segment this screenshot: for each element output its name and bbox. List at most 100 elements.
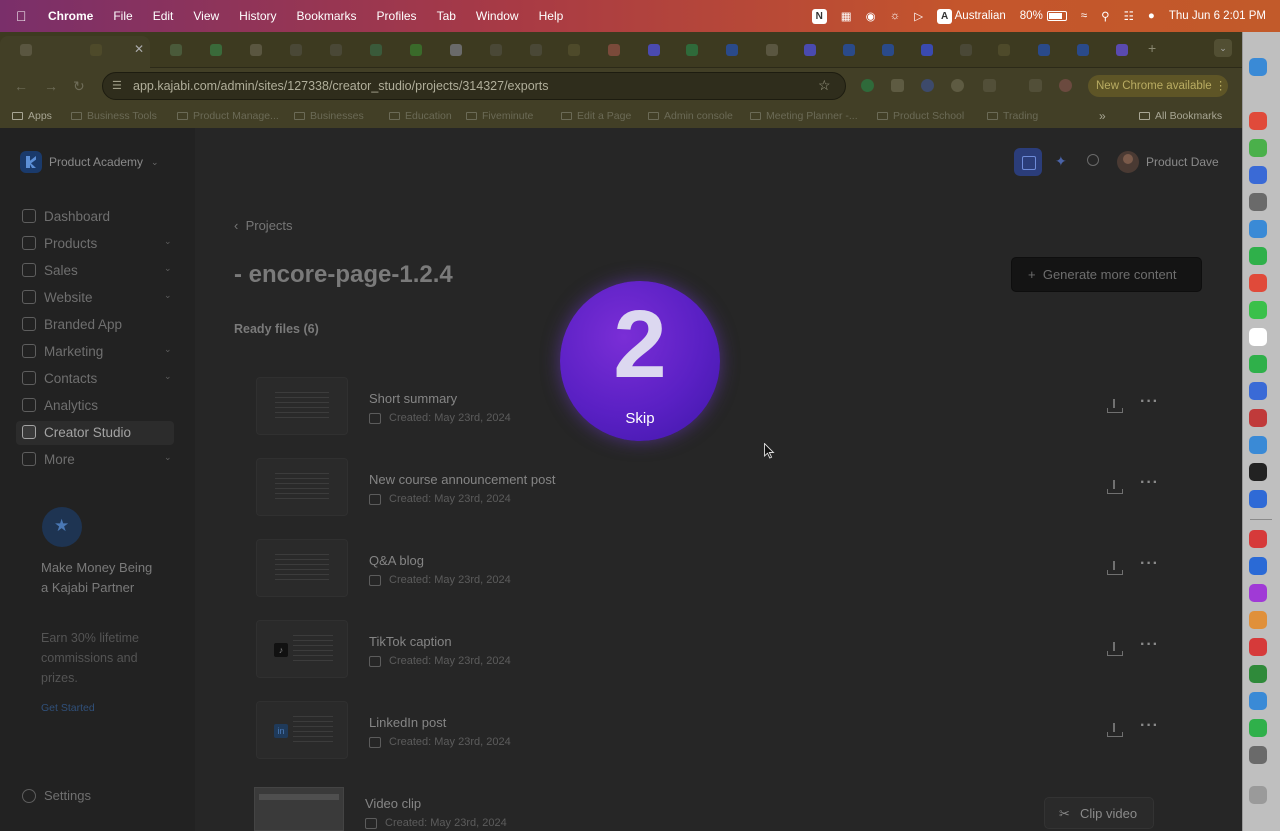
dock-app-icon[interactable] xyxy=(1249,382,1267,400)
bookmark-star-icon[interactable]: ☆ xyxy=(818,77,831,94)
video-clip-thumbnail[interactable] xyxy=(254,787,344,831)
tab-favicon-icon[interactable] xyxy=(20,44,32,56)
profile-avatar-icon[interactable] xyxy=(1059,79,1072,92)
tab-favicon-icon[interactable] xyxy=(450,44,462,56)
bookmark-item[interactable]: Trading xyxy=(987,110,1038,122)
tab-favicon-icon[interactable] xyxy=(843,44,855,56)
tab-favicon-icon[interactable] xyxy=(490,44,502,56)
download-icon[interactable] xyxy=(1107,723,1123,737)
file-name[interactable]: LinkedIn post xyxy=(369,715,446,730)
calendar-extension-icon[interactable] xyxy=(891,79,904,92)
dock-app-icon[interactable] xyxy=(1249,665,1267,683)
bookmark-item[interactable]: Apps xyxy=(12,110,52,122)
wifi-icon[interactable]: ≈ xyxy=(1081,10,1087,22)
bookmark-item[interactable]: Admin console xyxy=(648,110,733,122)
bookmark-item[interactable]: Fiveminute xyxy=(466,110,533,122)
tab-favicon-icon[interactable] xyxy=(766,44,778,56)
dock-app-icon[interactable] xyxy=(1249,746,1267,764)
sidebar-item-products[interactable]: Products ⌄ xyxy=(22,233,182,253)
ai-sparkle-icon[interactable]: ✦ xyxy=(1055,153,1067,170)
dock-app-icon[interactable] xyxy=(1249,139,1267,157)
dock-app-icon[interactable] xyxy=(1249,638,1267,656)
chevron-down-icon[interactable]: ⌄ xyxy=(164,236,172,247)
dock-app-icon[interactable] xyxy=(1249,274,1267,292)
tab-favicon-icon[interactable] xyxy=(1116,44,1128,56)
more-options-icon[interactable]: ··· xyxy=(1140,717,1159,735)
file-thumbnail[interactable] xyxy=(256,377,348,435)
more-options-icon[interactable]: ··· xyxy=(1140,393,1159,411)
clock[interactable]: Thu Jun 6 2:01 PM xyxy=(1169,10,1266,22)
site-name[interactable]: Product Academy xyxy=(49,155,143,169)
screen-recorder-extension-icon[interactable] xyxy=(951,79,964,92)
battery-status[interactable]: 80% xyxy=(1020,10,1067,22)
chevron-down-icon[interactable]: ⌄ xyxy=(164,452,172,463)
clip-video-button[interactable]: ✂ Clip video xyxy=(1044,797,1154,829)
dock-app-icon[interactable] xyxy=(1249,193,1267,211)
tab-favicon-icon[interactable] xyxy=(804,44,816,56)
apple-icon[interactable]:  xyxy=(16,8,32,24)
tab-favicon-icon[interactable] xyxy=(921,44,933,56)
sidebar-item-analytics[interactable]: Analytics xyxy=(22,395,182,415)
sidebar-item-creator-studio[interactable]: Creator Studio xyxy=(22,422,182,442)
tab-favicon-icon[interactable] xyxy=(726,44,738,56)
bookmarks-overflow-icon[interactable]: » xyxy=(1099,109,1106,123)
tab-favicon-icon[interactable] xyxy=(210,44,222,56)
chevron-down-icon[interactable]: ⌄ xyxy=(164,263,172,274)
control-center-icon[interactable]: ☷ xyxy=(1124,9,1134,23)
menu-bookmarks[interactable]: Bookmarks xyxy=(297,9,357,23)
tab-favicon-icon[interactable] xyxy=(882,44,894,56)
url-text[interactable]: app.kajabi.com/admin/sites/127338/creato… xyxy=(133,79,549,93)
reading-list-icon[interactable] xyxy=(1029,79,1042,92)
new-tab-icon[interactable]: + xyxy=(1148,40,1156,56)
tab-favicon-icon[interactable] xyxy=(648,44,660,56)
file-name[interactable]: Short summary xyxy=(369,391,457,406)
dock-app-icon[interactable] xyxy=(1249,220,1267,238)
menu-file[interactable]: File xyxy=(113,9,132,23)
dock-app-icon[interactable] xyxy=(1249,692,1267,710)
file-thumbnail[interactable]: in xyxy=(256,701,348,759)
notion-icon[interactable]: N xyxy=(811,8,827,24)
tab-favicon-icon[interactable] xyxy=(170,44,182,56)
bookmark-item[interactable]: Product School xyxy=(877,110,964,122)
chevron-down-icon[interactable]: ⌄ xyxy=(164,344,172,355)
download-icon[interactable] xyxy=(1107,399,1123,413)
menu-history[interactable]: History xyxy=(239,9,276,23)
back-icon[interactable]: ← xyxy=(14,78,28,94)
sidebar-item-sales[interactable]: Sales ⌄ xyxy=(22,260,182,280)
file-name[interactable]: TikTok caption xyxy=(369,634,452,649)
search-icon[interactable] xyxy=(1087,154,1099,166)
tab-favicon-icon[interactable] xyxy=(1077,44,1089,56)
siri-icon[interactable]: ● xyxy=(1148,10,1155,22)
more-options-icon[interactable]: ··· xyxy=(1140,555,1159,573)
menu-view[interactable]: View xyxy=(193,9,219,23)
file-thumbnail[interactable] xyxy=(256,539,348,597)
play-icon[interactable]: ▷ xyxy=(914,9,923,23)
dock-app-icon[interactable] xyxy=(1249,611,1267,629)
dock-app-icon[interactable] xyxy=(1249,436,1267,454)
dock-app-icon[interactable] xyxy=(1249,355,1267,373)
bookmark-item[interactable]: Meeting Planner -... xyxy=(750,110,858,122)
menu-chrome[interactable]: Chrome xyxy=(48,9,93,23)
gift-icon[interactable] xyxy=(1014,148,1042,176)
tab-favicon-icon[interactable] xyxy=(686,44,698,56)
dock-app-icon[interactable] xyxy=(1249,247,1267,265)
avatar[interactable] xyxy=(1117,151,1139,173)
menu-window[interactable]: Window xyxy=(476,9,519,23)
bookmark-item[interactable]: Education xyxy=(389,110,452,122)
site-info-icon[interactable]: ☰ xyxy=(112,79,122,92)
dock-app-icon[interactable] xyxy=(1249,719,1267,737)
dock-app-icon[interactable] xyxy=(1249,58,1267,76)
sidebar-item-dashboard[interactable]: Dashboard xyxy=(22,206,182,226)
copyright-extension-icon[interactable] xyxy=(921,79,934,92)
input-source[interactable]: A Australian xyxy=(937,8,1006,24)
dock-app-icon[interactable] xyxy=(1249,112,1267,130)
tab-favicon-icon[interactable] xyxy=(250,44,262,56)
tab-favicon-icon[interactable] xyxy=(568,44,580,56)
dock-app-icon[interactable] xyxy=(1249,557,1267,575)
dock-app-icon[interactable] xyxy=(1249,463,1267,481)
menu-edit[interactable]: Edit xyxy=(153,9,174,23)
chevron-down-icon[interactable]: ⌄ xyxy=(164,290,172,301)
bookmark-item[interactable]: Edit a Page xyxy=(561,110,631,122)
dock-app-icon[interactable] xyxy=(1249,328,1267,346)
tab-favicon-icon[interactable] xyxy=(998,44,1010,56)
